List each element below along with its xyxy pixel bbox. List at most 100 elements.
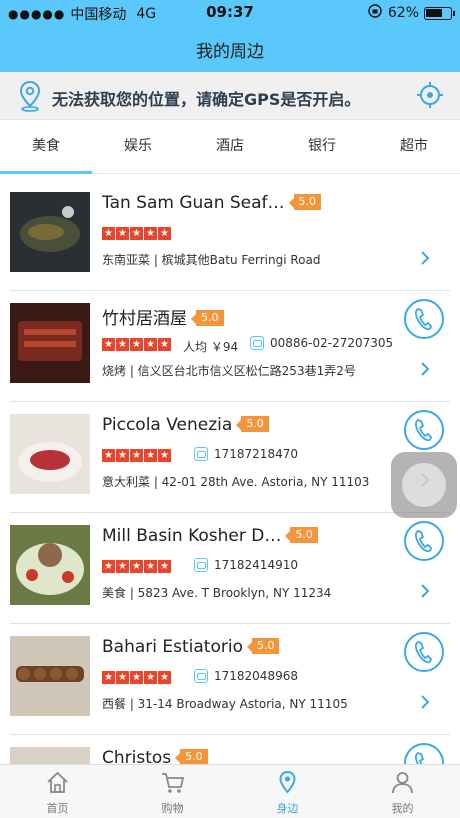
star-icon xyxy=(102,449,115,462)
rating-badge: 5.0 xyxy=(285,527,318,543)
home-icon xyxy=(45,770,70,795)
place-name: Christos 5.0 xyxy=(102,748,208,764)
chevron-right-icon[interactable] xyxy=(420,250,430,270)
list-item[interactable]: Bahari Estiatorio5.0 17182048968 西餐 | 31… xyxy=(0,624,460,735)
star-icon xyxy=(158,671,171,684)
call-button[interactable] xyxy=(404,743,444,764)
place-address: 西餐 | 31-14 Broadway Astoria, NY 11105 xyxy=(102,697,348,711)
navigation-bar: 我的周边 xyxy=(0,24,460,72)
assistive-touch-icon xyxy=(402,463,446,507)
tab-home[interactable]: 首页 xyxy=(0,765,115,818)
rating-badge: 5.0 xyxy=(247,638,280,654)
star-icon xyxy=(144,671,157,684)
star-rating xyxy=(102,449,172,462)
chevron-right-icon[interactable] xyxy=(420,583,430,603)
call-button[interactable] xyxy=(404,521,444,561)
average-price: 人均 ￥94 xyxy=(183,340,239,354)
cart-icon xyxy=(160,770,185,795)
phone-number: 17187218470 xyxy=(194,447,298,461)
tab-supermarket[interactable]: 超市 xyxy=(368,120,460,174)
star-icon xyxy=(130,671,143,684)
call-button[interactable] xyxy=(404,299,444,339)
battery-percent: 62% xyxy=(387,5,419,21)
star-icon xyxy=(144,449,157,462)
chevron-right-icon[interactable] xyxy=(420,361,430,381)
star-icon xyxy=(158,338,171,351)
location-pin-icon xyxy=(18,80,42,116)
rating-badge: 5.0 xyxy=(191,310,224,326)
phone-icon xyxy=(194,558,208,572)
star-icon xyxy=(102,560,115,573)
star-icon xyxy=(144,560,157,573)
tab-food[interactable]: 美食 xyxy=(0,120,92,174)
place-address: 意大利菜 | 42-01 28th Ave. Astoria, NY 11103 xyxy=(102,475,370,489)
assistive-touch-button[interactable] xyxy=(391,452,457,518)
place-photo xyxy=(10,747,90,764)
phone-icon xyxy=(194,669,208,683)
star-icon xyxy=(116,671,129,684)
location-icon xyxy=(275,770,300,795)
rating-badge: 5.0 xyxy=(236,416,269,432)
category-tabs: 美食 娱乐 酒店 银行 超市 xyxy=(0,120,460,174)
phone-number: 17182048968 xyxy=(194,669,298,683)
star-icon xyxy=(144,338,157,351)
star-rating xyxy=(102,671,172,684)
star-icon xyxy=(130,449,143,462)
star-icon xyxy=(158,449,171,462)
star-icon xyxy=(116,449,129,462)
rotation-lock-icon xyxy=(368,4,382,22)
phone-number: 00886-02-27207305 xyxy=(250,336,393,350)
place-name: 竹村居酒屋 5.0 xyxy=(102,304,224,329)
battery-icon xyxy=(424,6,455,20)
rating-badge: 5.0 xyxy=(288,194,322,210)
star-rating xyxy=(102,227,172,240)
place-photo xyxy=(10,192,90,272)
place-photo xyxy=(10,414,90,494)
list-item[interactable]: 竹村居酒屋5.0 人均 ￥94 00886-02-27207305 烧烤 | 信… xyxy=(0,291,460,402)
star-icon xyxy=(130,227,143,240)
star-rating xyxy=(102,338,172,351)
phone-icon xyxy=(250,336,264,350)
place-name: Mill Basin Kosher D… 5.0 xyxy=(102,526,318,546)
place-photo xyxy=(10,636,90,716)
gps-warning-text: 无法获取您的位置，请确定GPS是否开启。 xyxy=(52,90,361,109)
call-button[interactable] xyxy=(404,410,444,450)
tab-bank[interactable]: 银行 xyxy=(276,120,368,174)
star-icon xyxy=(130,560,143,573)
place-photo xyxy=(10,525,90,605)
place-address: 烧烤 | 信义区台北市信义区松仁路253巷1弄2号 xyxy=(102,364,356,378)
list-item[interactable]: Tan Sam Guan Seaf…5.0 东南亚菜 | 槟城其他Batu Fe… xyxy=(0,180,460,291)
page-title: 我的周边 xyxy=(196,42,264,62)
star-icon xyxy=(116,227,129,240)
star-icon xyxy=(116,560,129,573)
list-item[interactable]: Mill Basin Kosher D…5.0 17182414910 美食 |… xyxy=(0,513,460,624)
place-address: 美食 | 5823 Ave. T Brooklyn, NY 11234 xyxy=(102,586,332,600)
star-icon xyxy=(144,227,157,240)
star-icon xyxy=(116,338,129,351)
star-icon xyxy=(102,671,115,684)
tab-shopping[interactable]: 购物 xyxy=(115,765,230,818)
gps-warning-banner: 无法获取您的位置，请确定GPS是否开启。 xyxy=(0,72,460,120)
rating-badge: 5.0 xyxy=(175,749,208,764)
list-item[interactable]: Christos 5.0 xyxy=(0,735,460,764)
place-photo xyxy=(10,303,90,383)
star-icon xyxy=(130,338,143,351)
place-address: 东南亚菜 | 槟城其他Batu Ferringi Road xyxy=(102,253,321,267)
tab-entertainment[interactable]: 娱乐 xyxy=(92,120,184,174)
tab-nearby[interactable]: 身边 xyxy=(230,765,345,818)
bottom-tab-bar: 首页 购物 身边 我的 xyxy=(0,764,460,818)
phone-icon xyxy=(194,447,208,461)
tab-mine[interactable]: 我的 xyxy=(345,765,460,818)
tab-hotel[interactable]: 酒店 xyxy=(184,120,276,174)
person-icon xyxy=(390,770,415,795)
star-icon xyxy=(158,227,171,240)
chevron-right-icon[interactable] xyxy=(420,694,430,714)
star-icon xyxy=(102,227,115,240)
status-bar: ●●●●● 中国移动 4G 09:37 62% xyxy=(0,0,460,24)
place-name: Bahari Estiatorio 5.0 xyxy=(102,637,280,657)
star-rating xyxy=(102,560,172,573)
call-button[interactable] xyxy=(404,632,444,672)
locate-target-icon[interactable] xyxy=(416,81,444,113)
place-name: Piccola Venezia 5.0 xyxy=(102,415,269,435)
star-icon xyxy=(102,338,115,351)
